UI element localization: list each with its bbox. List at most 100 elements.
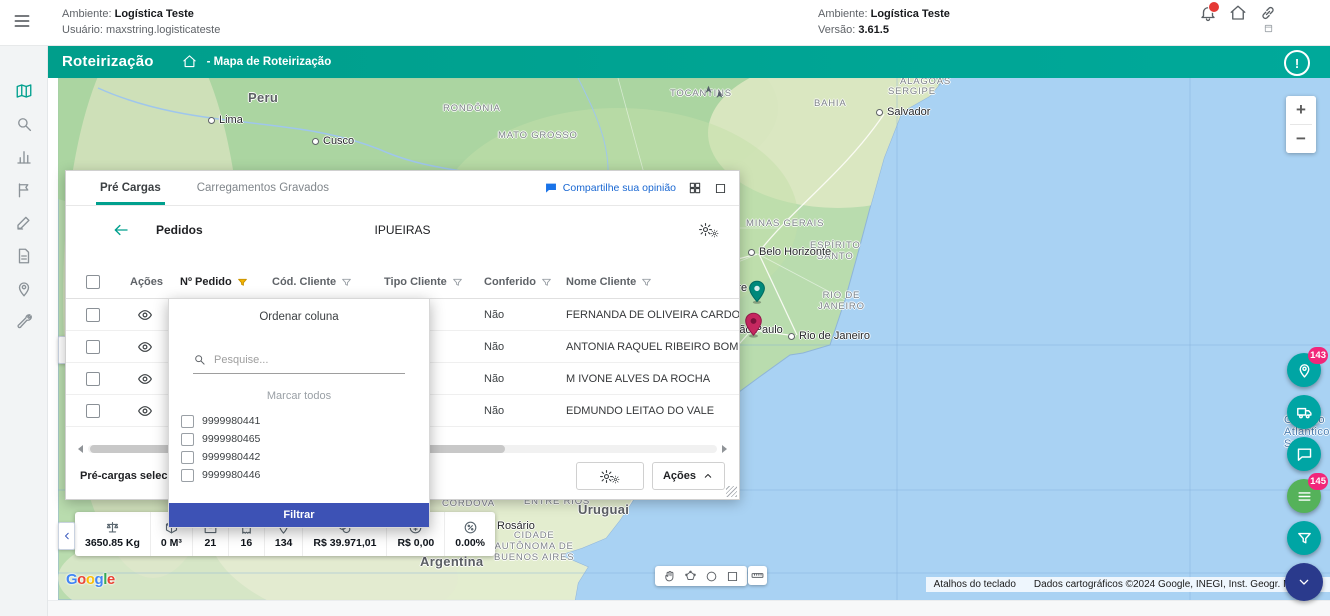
fab-chat[interactable]	[1287, 437, 1321, 471]
ambiente2-label: Ambiente:	[818, 8, 868, 20]
filter-search-input[interactable]	[212, 353, 405, 367]
cell-conferido: Não	[474, 405, 556, 417]
row-checkbox[interactable]	[86, 404, 100, 418]
filter-option[interactable]: 9999980465	[181, 430, 429, 448]
acoes-button[interactable]: Ações	[652, 462, 725, 490]
option-checkbox[interactable]	[181, 451, 194, 464]
stat-value: 0.00%	[455, 537, 485, 549]
tab-carregamentos-gravados[interactable]: Carregamentos Gravados	[193, 171, 333, 205]
menu-icon[interactable]	[12, 11, 32, 31]
column-header-conferido[interactable]: Conferido	[474, 276, 556, 288]
circle-icon[interactable]	[705, 570, 718, 583]
fab-location[interactable]: 143	[1287, 353, 1321, 387]
hand-icon[interactable]	[663, 570, 676, 583]
view-icon[interactable]	[137, 307, 153, 323]
flag-icon	[15, 181, 33, 199]
option-checkbox[interactable]	[181, 415, 194, 428]
page-title: Roteirização	[62, 53, 154, 70]
column-header-nome-cliente[interactable]: Nome Cliente	[556, 276, 739, 288]
app-screen: Ambiente: Logística Teste Usuário: maxst…	[0, 0, 1330, 616]
breadcrumb-home-icon[interactable]	[182, 54, 197, 69]
filtrar-button[interactable]: Filtrar	[169, 503, 429, 527]
sidebar-item-pin[interactable]	[0, 273, 48, 306]
bell-icon[interactable]	[1198, 3, 1218, 23]
sidebar-item-edit[interactable]	[0, 207, 48, 240]
map-label-argentina: Argentina	[420, 554, 483, 569]
row-checkbox[interactable]	[86, 308, 100, 322]
map-label-rio-de-janeiro: RIO DE JANEIRO	[818, 290, 865, 312]
cell-nome-cliente: ANTONIA RAQUEL RIBEIRO BOM	[556, 341, 739, 353]
route-name: IPUEIRAS	[374, 223, 430, 237]
cell-nome-cliente: M IVONE ALVES DA ROCHA	[556, 373, 739, 385]
back-button[interactable]	[112, 221, 130, 239]
scroll-right-arrow[interactable]	[722, 445, 727, 453]
sidebar-item-document[interactable]	[0, 240, 48, 273]
tab-pre-cargas[interactable]: Pré Cargas	[96, 171, 165, 205]
scale-icon	[105, 520, 120, 535]
view-icon[interactable]	[137, 371, 153, 387]
small-window-icon[interactable]	[1263, 20, 1274, 38]
view-icon[interactable]	[137, 403, 153, 419]
fab-truck[interactable]	[1287, 395, 1321, 429]
filter-option[interactable]: 9999980446	[181, 466, 429, 484]
environment-info: Ambiente: Logística Teste Usuário: maxst…	[62, 6, 220, 38]
settings-button[interactable]	[576, 462, 644, 490]
panel-tabs: Pré Cargas Carregamentos Gravados Compar…	[66, 171, 739, 206]
poi-arrow-icon	[704, 81, 713, 99]
top-header: Ambiente: Logística Teste Usuário: maxst…	[0, 0, 1330, 46]
row-checkbox[interactable]	[86, 340, 100, 354]
column-header-tipo-cliente[interactable]: Tipo Cliente	[374, 276, 474, 288]
sidebar-item-chart[interactable]	[0, 141, 48, 174]
table-header: AçõesNº PedidoCód. ClienteTipo ClienteCo…	[66, 266, 739, 299]
option-label: 9999980441	[202, 415, 260, 427]
wrench-icon	[15, 313, 33, 331]
alert-exclamation-icon[interactable]: !	[1284, 50, 1310, 76]
map-attribution-text[interactable]: Atalhos do teclado	[934, 579, 1016, 590]
row-checkbox[interactable]	[86, 372, 100, 386]
cell-conferido: Não	[474, 309, 556, 321]
map-label-rio-de-janeiro: Rio de Janeiro	[788, 330, 870, 342]
square-icon[interactable]	[726, 570, 739, 583]
grid-layout-icon[interactable]	[688, 181, 702, 195]
filter-option[interactable]: 9999980441	[181, 412, 429, 430]
home-icon[interactable]	[1228, 3, 1248, 23]
option-checkbox[interactable]	[181, 469, 194, 482]
sidebar-item-wrench[interactable]	[0, 306, 48, 339]
zoom-control: + −	[1286, 96, 1316, 153]
collapse-stats-handle[interactable]	[58, 522, 75, 550]
map-pin-red[interactable]	[744, 312, 763, 338]
fab-chevron-down[interactable]	[1285, 563, 1323, 601]
city-dot	[748, 249, 755, 256]
scroll-left-arrow[interactable]	[78, 445, 83, 453]
column-header-n-pedido[interactable]: Nº Pedido	[170, 276, 262, 288]
poi-arrow-icon	[715, 86, 724, 104]
fab-list[interactable]: 145	[1287, 479, 1321, 513]
ruler-icon[interactable]	[748, 566, 767, 585]
option-checkbox[interactable]	[181, 433, 194, 446]
sidebar-item-search[interactable]	[0, 108, 48, 141]
resize-handle[interactable]	[726, 486, 737, 497]
feedback-link[interactable]: Compartilhe sua opinião	[544, 181, 676, 195]
percent-icon	[463, 520, 478, 535]
filter-option[interactable]: 9999980442	[181, 448, 429, 466]
map-label-salvador: Salvador	[876, 106, 930, 118]
zoom-in-button[interactable]: +	[1286, 96, 1316, 124]
sidebar-item-map[interactable]	[0, 75, 48, 108]
column-header-acoes[interactable]: Ações	[120, 276, 170, 288]
lasso-icon[interactable]	[684, 570, 697, 583]
map-attribution-text[interactable]: Dados cartográficos ©2024 Google, INEGI,…	[1034, 579, 1322, 590]
select-all-label[interactable]: Marcar todos	[169, 390, 429, 402]
maximize-icon[interactable]	[714, 182, 727, 195]
sidebar-item-flag[interactable]	[0, 174, 48, 207]
fab-filter[interactable]	[1287, 521, 1321, 555]
map-pin-teal[interactable]	[748, 280, 766, 304]
stat-value: 134	[275, 537, 293, 549]
fab-badge: 145	[1308, 473, 1328, 490]
stat-value: 21	[205, 537, 217, 549]
settings-gears-icon[interactable]	[698, 222, 719, 238]
breadcrumb: - Mapa de Roteirização	[207, 56, 332, 68]
view-icon[interactable]	[137, 339, 153, 355]
select-all-checkbox[interactable]	[86, 275, 100, 289]
zoom-out-button[interactable]: −	[1286, 125, 1316, 153]
column-header-cod-cliente[interactable]: Cód. Cliente	[262, 276, 374, 288]
